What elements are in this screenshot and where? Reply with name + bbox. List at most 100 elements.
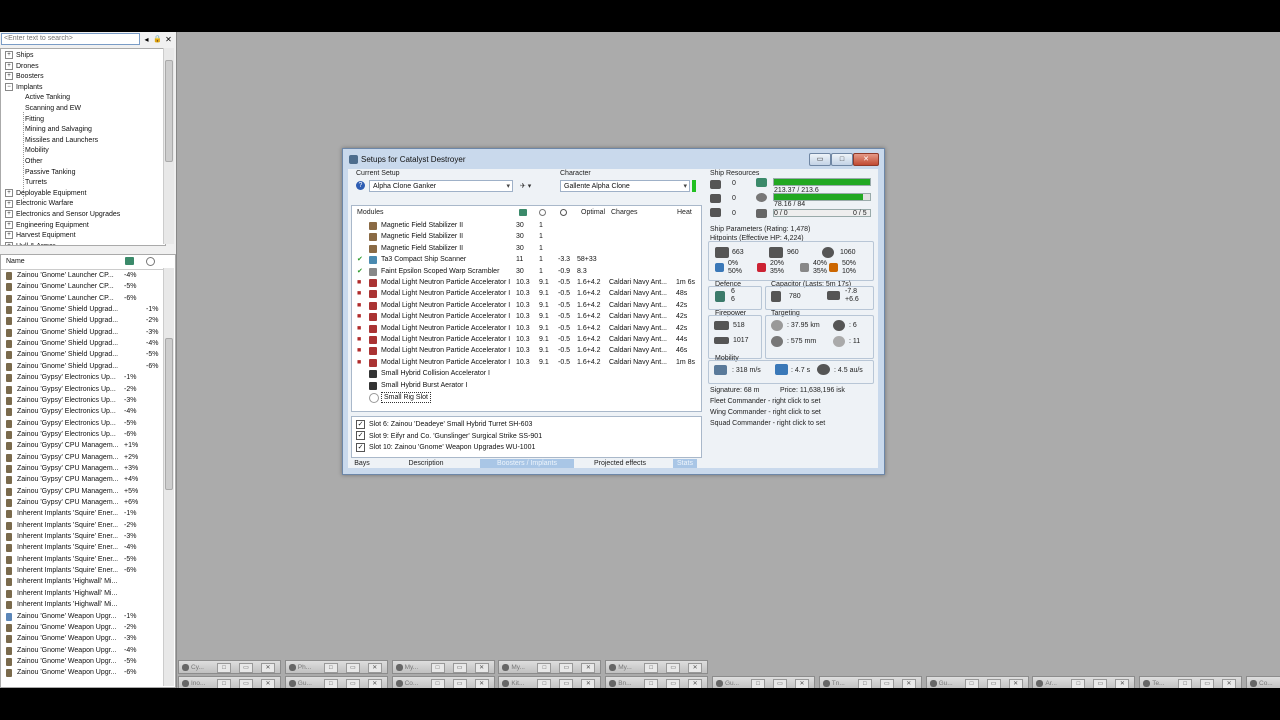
implant-checkbox[interactable]: ✓: [356, 431, 365, 441]
close-icon[interactable]: ✕: [688, 663, 703, 673]
list-item[interactable]: Zainou 'Gnome' Shield Upgrad... -1%: [1, 304, 163, 315]
tree-subnode[interactable]: Turrets: [25, 178, 47, 189]
clear-search-icon[interactable]: ✕: [164, 34, 173, 45]
list-item[interactable]: Zainou 'Gnome' Launcher CP... -6%: [1, 293, 163, 304]
close-icon[interactable]: ✕: [261, 679, 275, 688]
module-state-icon[interactable]: ■: [357, 323, 361, 334]
expand-icon[interactable]: +: [5, 210, 13, 219]
maximize-icon[interactable]: ▭: [986, 679, 1001, 688]
list-item[interactable]: Inherent Implants 'Squire' Ener... -6%: [1, 565, 163, 576]
maximize-icon[interactable]: ▭: [1200, 679, 1215, 688]
restore-icon[interactable]: □: [537, 679, 552, 688]
minimized-window[interactable]: Co... □ ▭ ✕: [391, 676, 495, 688]
back-icon[interactable]: ◂: [142, 34, 151, 45]
list-item[interactable]: Zainou 'Gnome' Weapon Upgr... -2%: [1, 622, 163, 633]
restore-icon[interactable]: □: [644, 663, 659, 673]
restore-icon[interactable]: □: [1071, 679, 1086, 688]
search-input[interactable]: [1, 33, 140, 45]
expand-icon[interactable]: +: [5, 61, 13, 70]
maximize-icon[interactable]: ▭: [666, 663, 681, 673]
module-row[interactable]: Magnetic Field Stabilizer II 30 1: [352, 231, 701, 242]
list-item[interactable]: Zainou 'Gnome' Shield Upgrad... -4%: [1, 338, 163, 349]
module-row[interactable]: Small Hybrid Collision Accelerator I: [352, 368, 701, 379]
close-icon[interactable]: ✕: [1115, 679, 1130, 688]
close-icon[interactable]: ✕: [581, 679, 596, 688]
minimized-window[interactable]: My... □ ▭ ✕: [391, 660, 495, 674]
maximize-button[interactable]: □: [831, 153, 853, 166]
restore-icon[interactable]: □: [857, 679, 872, 688]
tree-node[interactable]: + Boosters: [5, 72, 44, 82]
tree-node[interactable]: + Deployable Equipment: [5, 188, 86, 199]
minimized-window[interactable]: Te... □ ▭ ✕: [1139, 676, 1243, 688]
list-item[interactable]: Zainou 'Gypsy' CPU Managem... +3%: [1, 463, 163, 474]
module-row[interactable]: Small Hybrid Burst Aerator I: [352, 380, 701, 391]
expand-icon[interactable]: +: [5, 51, 13, 60]
restore-icon[interactable]: □: [323, 679, 338, 688]
maximize-icon[interactable]: ▭: [452, 679, 467, 688]
module-state-icon[interactable]: ■: [357, 334, 361, 345]
tab-projected-effects[interactable]: Projected effects: [578, 459, 662, 468]
tree-node[interactable]: + Drones: [5, 61, 39, 72]
close-icon[interactable]: ✕: [901, 679, 916, 688]
tree-node[interactable]: + Engineering Equipment: [5, 220, 89, 231]
minimized-window[interactable]: My... □ ▭ ✕: [498, 660, 602, 674]
implant-row[interactable]: ✓ Slot 10: Zainou 'Gnome' Weapon Upgrades…: [356, 442, 535, 453]
tree-subnode[interactable]: Missiles and Launchers: [25, 136, 98, 147]
close-icon[interactable]: ✕: [688, 679, 703, 688]
tree-node[interactable]: + Electronics and Sensor Upgrades: [5, 210, 120, 220]
maximize-icon[interactable]: ▭: [666, 679, 681, 688]
list-item[interactable]: Zainou 'Gnome' Weapon Upgr... -6%: [1, 667, 163, 678]
tree-node[interactable]: − Implants: [5, 82, 42, 93]
close-icon[interactable]: ✕: [367, 679, 382, 688]
maximize-icon[interactable]: ▭: [879, 679, 894, 688]
minimized-window[interactable]: Gu... □ ▭ ✕: [712, 676, 815, 688]
expand-icon[interactable]: +: [5, 72, 13, 81]
module-row[interactable]: ■ Modal Light Neutron Particle Accelerato…: [352, 300, 701, 311]
tree-subnode[interactable]: Mining and Salvaging: [25, 125, 92, 136]
list-item[interactable]: Zainou 'Gnome' Weapon Upgr... -3%: [1, 633, 163, 644]
restore-icon[interactable]: □: [644, 679, 659, 688]
minimized-window[interactable]: Gu... □ ▭ ✕: [284, 676, 388, 688]
list-item[interactable]: Inherent Implants 'Highwall' Mi...: [1, 576, 163, 587]
lock-icon[interactable]: 🔒: [153, 34, 162, 45]
tab-stats[interactable]: Stats: [673, 459, 697, 468]
expand-icon[interactable]: +: [5, 241, 13, 245]
expand-icon[interactable]: +: [5, 220, 13, 229]
restore-icon[interactable]: □: [323, 663, 338, 673]
minimized-window[interactable]: Tn... □ ▭ ✕: [818, 676, 922, 688]
module-state-icon[interactable]: ■: [357, 311, 361, 322]
minimize-button[interactable]: ▭: [809, 153, 831, 166]
list-item[interactable]: Zainou 'Gypsy' Electronics Up... -4%: [1, 406, 163, 417]
tree-subnode[interactable]: Other: [25, 157, 43, 168]
list-item[interactable]: Zainou 'Gnome' Shield Upgrad... -3%: [1, 327, 163, 338]
module-row[interactable]: ✔ Ta3 Compact Ship Scanner 11 1 -3.3 58+33: [352, 254, 701, 265]
list-item[interactable]: Zainou 'Gnome' Shield Upgrad... -6%: [1, 361, 163, 372]
list-item[interactable]: Zainou 'Gypsy' CPU Managem... +6%: [1, 497, 163, 508]
module-row[interactable]: Magnetic Field Stabilizer II 30 1: [352, 243, 701, 254]
restore-icon[interactable]: □: [1178, 679, 1193, 688]
list-item[interactable]: Inherent Implants 'Squire' Ener... -2%: [1, 520, 163, 531]
close-icon[interactable]: ✕: [474, 663, 489, 673]
minimized-window[interactable]: Gu... □ ▭ ✕: [925, 676, 1029, 688]
minimized-window[interactable]: My... □ ▭ ✕: [605, 660, 709, 674]
module-row[interactable]: ■ Modal Light Neutron Particle Accelerato…: [352, 323, 701, 334]
maximize-icon[interactable]: ▭: [452, 663, 467, 673]
current-setup-select[interactable]: Alpha Clone Ganker ▾: [369, 180, 513, 192]
close-icon[interactable]: ✕: [1008, 679, 1023, 688]
list-item[interactable]: Zainou 'Gypsy' Electronics Up... -6%: [1, 429, 163, 440]
maximize-icon[interactable]: ▭: [559, 679, 574, 688]
close-icon[interactable]: ✕: [367, 663, 382, 673]
minimized-window[interactable]: Ino... □ ▭ ✕: [178, 676, 281, 688]
module-state-icon[interactable]: ■: [357, 345, 361, 356]
list-item[interactable]: Zainou 'Gypsy' CPU Managem... +4%: [1, 474, 163, 485]
character-select[interactable]: Gallente Alpha Clone ▾: [560, 180, 690, 192]
restore-icon[interactable]: □: [751, 679, 765, 688]
module-state-icon[interactable]: ✔: [357, 254, 363, 265]
list-scrollbar[interactable]: [163, 268, 174, 686]
tree-node[interactable]: + Ships: [5, 51, 34, 61]
list-item[interactable]: Zainou 'Gypsy' CPU Managem... +2%: [1, 452, 163, 463]
module-row[interactable]: ■ Modal Light Neutron Particle Accelerato…: [352, 345, 701, 356]
module-row[interactable]: ■ Modal Light Neutron Particle Accelerato…: [352, 334, 701, 345]
tree-subnode[interactable]: Active Tanking: [25, 93, 70, 104]
expand-icon[interactable]: +: [5, 231, 13, 240]
